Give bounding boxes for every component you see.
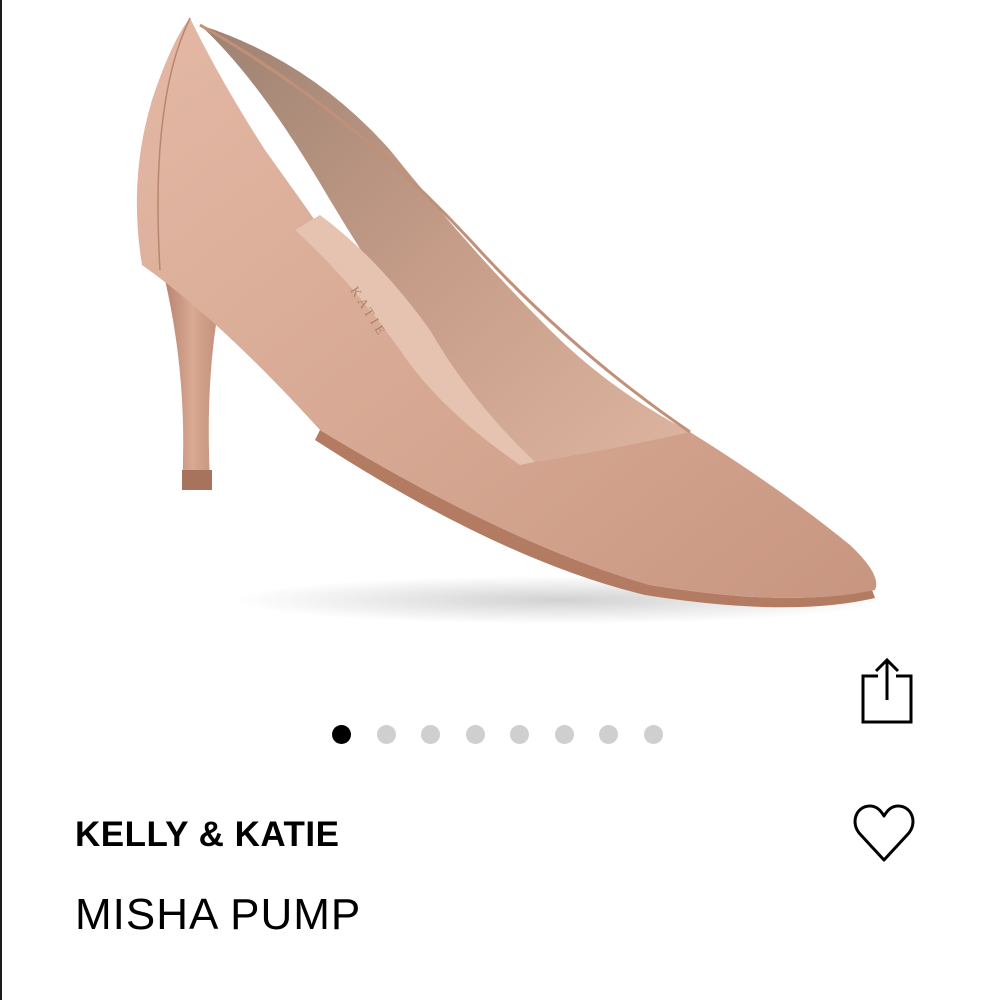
- carousel-dot-7[interactable]: [599, 724, 618, 744]
- image-carousel-dots: [332, 724, 663, 744]
- carousel-dot-1[interactable]: [332, 724, 351, 744]
- carousel-dot-6[interactable]: [554, 724, 574, 744]
- heart-icon: [853, 804, 915, 862]
- share-button[interactable]: [855, 652, 919, 728]
- share-icon: [861, 657, 913, 724]
- carousel-dot-8[interactable]: [643, 724, 663, 744]
- brand-name[interactable]: KELLY & KATIE: [75, 815, 340, 855]
- favorite-button[interactable]: [852, 802, 916, 864]
- product-image[interactable]: KATIE: [90, 0, 910, 660]
- carousel-dot-3[interactable]: [421, 724, 440, 744]
- product-title: MISHA PUMP: [75, 890, 362, 939]
- carousel-dot-5[interactable]: [510, 724, 529, 744]
- carousel-dot-4[interactable]: [465, 724, 485, 744]
- heel-tip: [182, 470, 212, 490]
- screen-edge: [0, 0, 2, 1000]
- carousel-dot-2[interactable]: [376, 724, 396, 744]
